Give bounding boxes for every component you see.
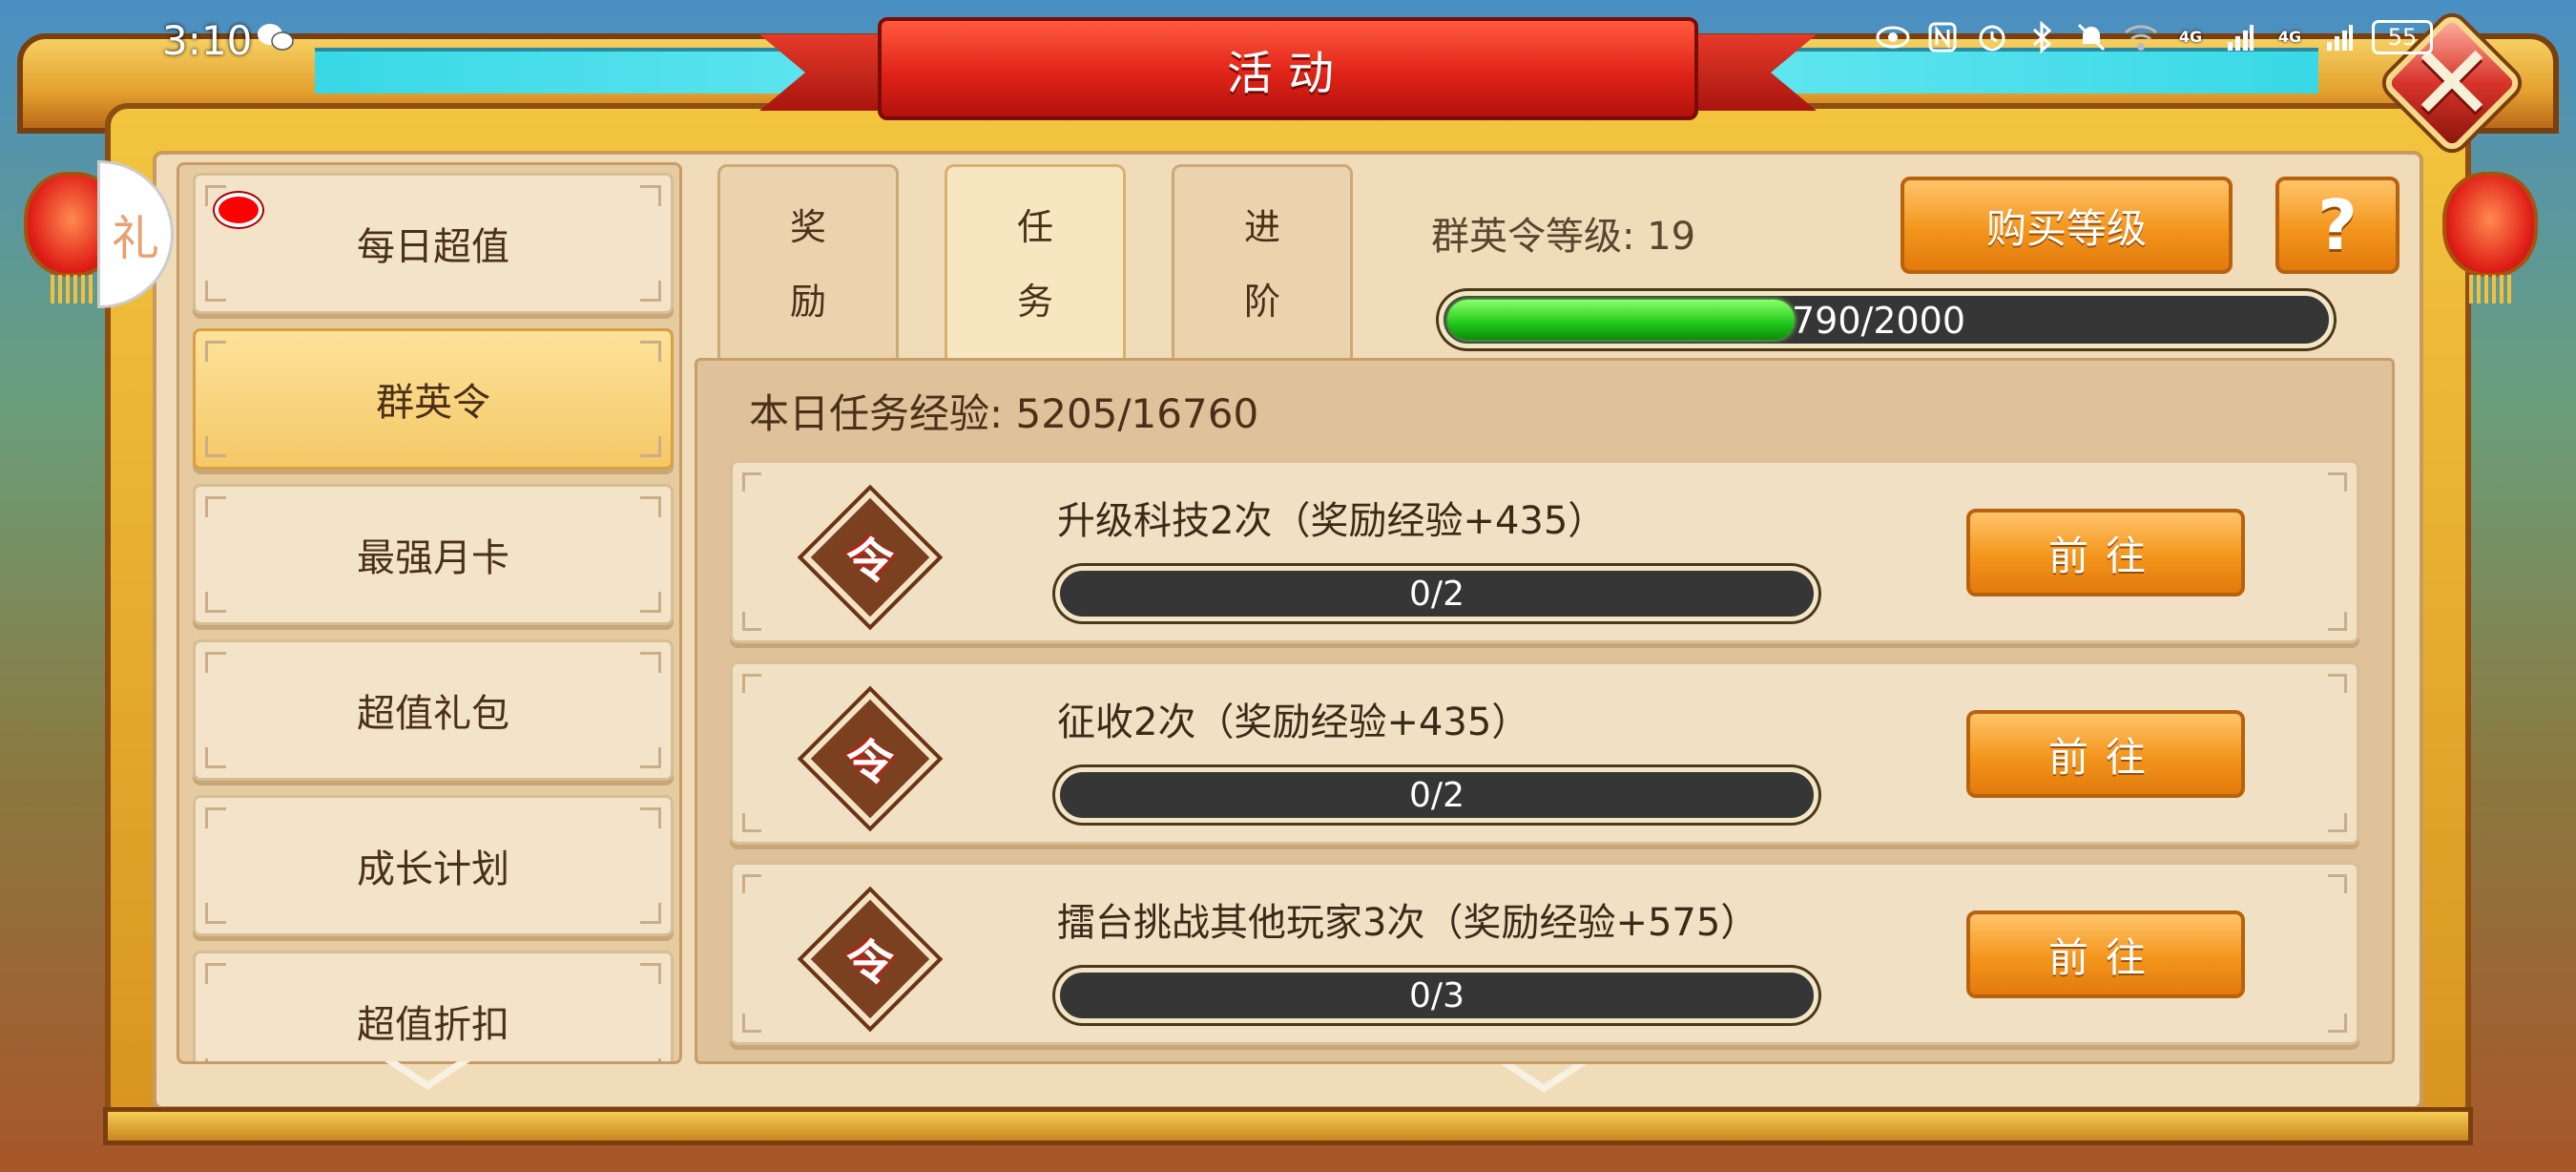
signal-icon-2 xyxy=(2322,19,2357,55)
task-row: 令 征收2次（奖励经验+435） 0/2 前往 xyxy=(730,661,2359,845)
sidebar-item-label: 超值折扣 xyxy=(357,1003,509,1047)
level-progress-text: 790/2000 xyxy=(1792,300,1966,342)
status-time: 3:10 xyxy=(162,17,253,64)
daily-exp: 本日任务经验: 5205/16760 xyxy=(749,382,1258,440)
level-progress-fill xyxy=(1447,300,1795,340)
battery-icon: 55 xyxy=(2372,20,2433,54)
sidebar-item-label: 每日超值 xyxy=(357,225,509,269)
level-progress-bar: 790/2000 xyxy=(1439,291,2334,348)
go-button[interactable]: 前往 xyxy=(1966,710,2245,798)
task-title: 征收2次（奖励经验+435） xyxy=(1057,701,1530,744)
task-title: 擂台挑战其他玩家3次（奖励经验+575） xyxy=(1057,901,1759,945)
alarm-icon xyxy=(1975,19,2009,55)
sidebar-item-daily-value[interactable]: 每日超值 xyxy=(193,173,674,314)
task-progress-text: 0/2 xyxy=(1409,775,1465,815)
task-title: 升级科技2次（奖励经验+435） xyxy=(1057,499,1607,543)
question-icon: ? xyxy=(2317,185,2358,265)
wifi-icon xyxy=(2124,19,2158,55)
network-type-2: 4G xyxy=(2277,28,2302,46)
sidebar-item-value-pack[interactable]: 超值礼包 xyxy=(193,639,674,781)
signal-icon xyxy=(2223,19,2257,55)
sidebar-item-discount[interactable]: 超值折扣 xyxy=(193,951,674,1061)
ling-token-icon: 令 xyxy=(802,691,938,827)
sidebar: 每日超值 群英令 最强月卡 超值礼包 成长计划 超值折扣 xyxy=(177,162,682,1064)
wechat-icon xyxy=(258,24,294,51)
eye-icon xyxy=(1876,19,1910,55)
buy-level-button[interactable]: 购买等级 xyxy=(1901,177,2233,274)
notification-dot xyxy=(215,193,262,227)
sidebar-item-monthly-card[interactable]: 最强月卡 xyxy=(193,484,674,625)
lantern-icon xyxy=(2433,162,2547,305)
task-row: 令 升级科技2次（奖励经验+435） 0/2 前往 xyxy=(730,460,2359,643)
gift-badge-label: 礼 xyxy=(112,210,159,266)
task-progress-text: 0/2 xyxy=(1409,574,1465,614)
sidebar-item-qunyingling[interactable]: 群英令 xyxy=(193,328,674,470)
sidebar-item-label: 超值礼包 xyxy=(357,692,509,736)
task-row: 令 擂台挑战其他玩家3次（奖励经验+575） 0/3 前往 xyxy=(730,862,2359,1045)
task-progress-bar: 0/2 xyxy=(1055,767,1818,823)
sidebar-item-growth-plan[interactable]: 成长计划 xyxy=(193,795,674,936)
tab-advance[interactable]: 进 阶 xyxy=(1172,164,1353,365)
tab-rewards[interactable]: 奖 励 xyxy=(717,164,899,365)
sidebar-item-label: 最强月卡 xyxy=(357,536,509,580)
nfc-icon xyxy=(1925,19,1960,55)
level-label: 群英令等级: 19 xyxy=(1431,215,1696,259)
go-button[interactable]: 前往 xyxy=(1966,509,2245,596)
ling-token-icon: 令 xyxy=(802,891,938,1027)
task-progress-bar: 0/3 xyxy=(1055,968,1818,1023)
mute-icon xyxy=(2074,19,2109,55)
status-bar: 3:10 4G 4G 55 xyxy=(0,0,2576,86)
task-progress-text: 0/3 xyxy=(1409,975,1465,1015)
bluetooth-icon xyxy=(2025,19,2059,55)
help-button[interactable]: ? xyxy=(2275,177,2399,274)
network-type-1: 4G xyxy=(2178,28,2203,46)
sidebar-item-label: 群英令 xyxy=(376,381,490,425)
sidebar-item-label: 成长计划 xyxy=(357,848,509,891)
task-progress-bar: 0/2 xyxy=(1055,566,1818,621)
go-button[interactable]: 前往 xyxy=(1966,910,2245,998)
daily-exp-label: 本日任务经验: xyxy=(749,390,1004,437)
frame-bottom-band xyxy=(103,1107,2473,1145)
status-icons: 4G 4G 55 xyxy=(1876,19,2433,55)
ling-token-icon: 令 xyxy=(802,490,938,625)
tab-tasks[interactable]: 任 务 xyxy=(945,164,1126,365)
daily-exp-value: 5205/16760 xyxy=(1015,390,1259,437)
